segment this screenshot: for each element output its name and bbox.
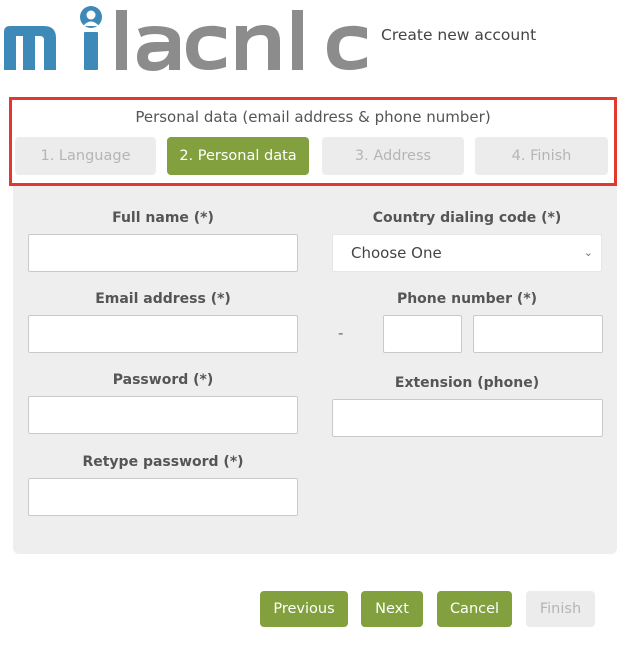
country-code-selected: Choose One bbox=[351, 244, 442, 262]
step-address[interactable]: 3. Address bbox=[322, 137, 464, 175]
retype-password-label: Retype password (*) bbox=[82, 454, 244, 470]
cancel-button[interactable]: Cancel bbox=[437, 591, 512, 627]
password-input[interactable] bbox=[28, 396, 298, 434]
step-personal-data[interactable]: 2. Personal data bbox=[167, 137, 309, 175]
password-label: Password (*) bbox=[112, 372, 214, 388]
full-name-input[interactable] bbox=[28, 234, 298, 272]
personal-data-form: Full name (*) Email address (*) Password… bbox=[13, 186, 617, 554]
extension-input[interactable] bbox=[332, 399, 603, 437]
step-progress-box: Personal data (email address & phone num… bbox=[9, 97, 617, 186]
milacnic-logo bbox=[2, 2, 372, 74]
step-finish[interactable]: 4. Finish bbox=[475, 137, 608, 175]
chevron-down-icon: ⌄ bbox=[583, 246, 593, 259]
country-code-label: Country dialing code (*) bbox=[372, 210, 562, 226]
phone-label: Phone number (*) bbox=[396, 291, 538, 307]
extension-label: Extension (phone) bbox=[394, 375, 540, 391]
page-header: Create new account bbox=[0, 0, 626, 82]
country-code-select[interactable]: Choose One ⌄ bbox=[332, 234, 602, 272]
next-button[interactable]: Next bbox=[361, 591, 423, 627]
phone-separator: - bbox=[338, 324, 344, 342]
retype-password-input[interactable] bbox=[28, 478, 298, 516]
finish-button[interactable]: Finish bbox=[526, 591, 595, 627]
email-input[interactable] bbox=[28, 315, 298, 353]
full-name-label: Full name (*) bbox=[112, 210, 214, 226]
email-label: Email address (*) bbox=[95, 291, 231, 307]
phone-number-input[interactable] bbox=[473, 315, 603, 353]
step-language[interactable]: 1. Language bbox=[15, 137, 156, 175]
step-heading: Personal data (email address & phone num… bbox=[135, 108, 491, 126]
phone-area-input[interactable] bbox=[383, 315, 462, 353]
page-title: Create new account bbox=[381, 26, 537, 44]
previous-button[interactable]: Previous bbox=[260, 591, 348, 627]
